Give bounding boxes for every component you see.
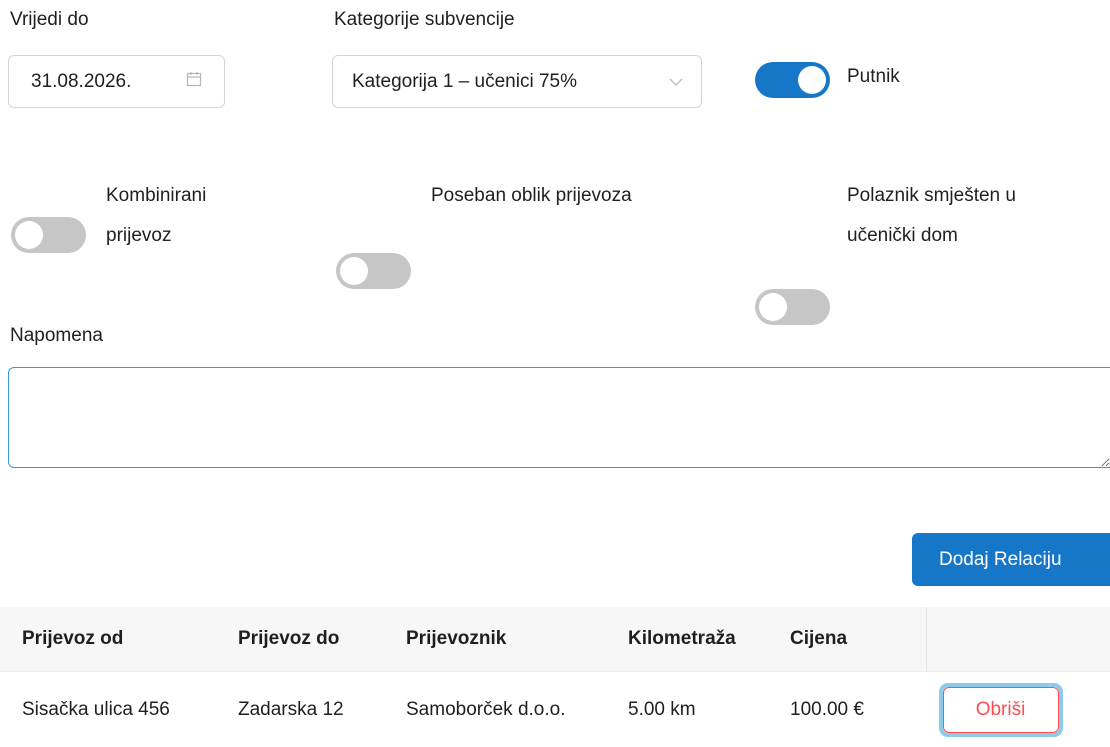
category-select[interactable]: Kategorija 1 – učenici 75% bbox=[332, 55, 702, 108]
special-transport-toggle[interactable] bbox=[336, 253, 411, 289]
cell-actions: Obriši bbox=[927, 672, 1110, 747]
combined-transport-label: Kombinirani prijevoz bbox=[106, 176, 206, 256]
table-header-row: Prijevoz od Prijevoz do Prijevoznik Kilo… bbox=[0, 607, 1110, 672]
cell-to: Zadarska 12 bbox=[218, 672, 384, 747]
dorm-toggle[interactable] bbox=[755, 289, 830, 325]
toggle-knob bbox=[759, 293, 787, 321]
toggle-knob bbox=[798, 66, 826, 94]
relations-table: Prijevoz od Prijevoz do Prijevoznik Kilo… bbox=[0, 607, 1110, 747]
toggle-knob bbox=[340, 257, 368, 285]
category-label: Kategorije subvencije bbox=[334, 9, 515, 31]
add-relation-button[interactable]: Dodaj Relaciju bbox=[912, 533, 1110, 586]
cell-km: 5.00 km bbox=[606, 672, 768, 747]
col-carrier-header: Prijevoznik bbox=[384, 607, 606, 672]
category-value: Kategorija 1 – učenici 75% bbox=[352, 71, 577, 93]
col-km-header: Kilometraža bbox=[606, 607, 768, 672]
valid-until-date-picker[interactable]: 31.08.2026. bbox=[8, 55, 225, 108]
cell-from: Sisačka ulica 456 bbox=[0, 672, 218, 747]
col-to-header: Prijevoz do bbox=[218, 607, 384, 672]
col-from-header: Prijevoz od bbox=[0, 607, 218, 672]
cell-price: 100.00 € bbox=[768, 672, 927, 747]
col-actions-header bbox=[927, 607, 1110, 672]
passenger-toggle-label: Putnik bbox=[847, 57, 900, 97]
note-label: Napomena bbox=[10, 325, 103, 347]
col-price-header: Cijena bbox=[768, 607, 927, 672]
calendar-icon bbox=[186, 71, 202, 93]
table-row: Sisačka ulica 456 Zadarska 12 Samoborček… bbox=[0, 672, 1110, 747]
combined-transport-toggle[interactable] bbox=[11, 217, 86, 253]
note-textarea[interactable] bbox=[8, 367, 1110, 468]
valid-until-label: Vrijedi do bbox=[10, 9, 89, 31]
delete-button[interactable]: Obriši bbox=[943, 687, 1059, 733]
chevron-down-icon bbox=[669, 71, 683, 93]
cell-carrier: Samoborček d.o.o. bbox=[384, 672, 606, 747]
valid-until-value: 31.08.2026. bbox=[31, 71, 131, 93]
toggle-knob bbox=[15, 221, 43, 249]
passenger-toggle[interactable] bbox=[755, 62, 830, 98]
dorm-label: Polaznik smješten u učenički dom bbox=[847, 176, 1016, 256]
special-transport-label: Poseban oblik prijevoza bbox=[431, 176, 632, 216]
